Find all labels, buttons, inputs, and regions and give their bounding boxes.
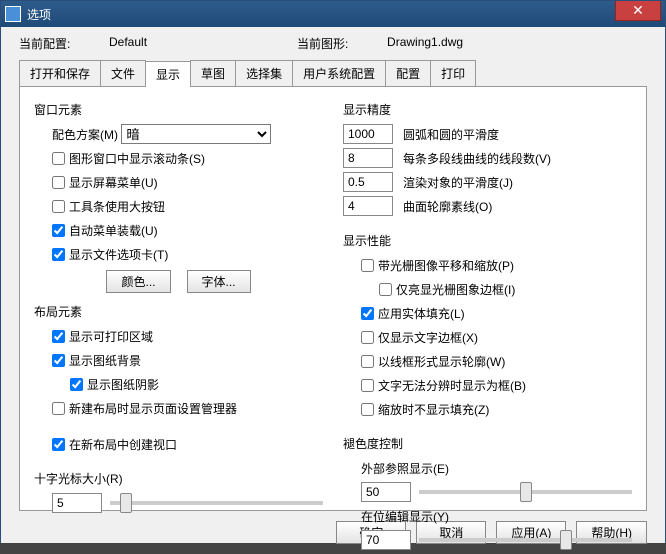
render-smoothness-input[interactable] — [343, 172, 393, 192]
colors-button[interactable]: 颜色... — [106, 270, 170, 293]
cb-large-buttons[interactable]: 工具条使用大按钮 — [52, 198, 165, 215]
color-scheme-row: 配色方案(M) 暗 — [34, 124, 323, 144]
xref-fade-slider[interactable] — [419, 490, 632, 494]
options-window: 选项 ✕ 当前配置: Default 当前图形: Drawing1.dwg 打开… — [0, 0, 666, 543]
color-scheme-label: 配色方案(M) — [52, 126, 118, 143]
cb-file-tab[interactable]: 显示文件选项卡(T) — [52, 246, 168, 263]
cb-print-area[interactable]: 显示可打印区域 — [52, 328, 153, 345]
cb-text-boundary[interactable]: 仅显示文字边框(X) — [361, 329, 478, 346]
display-panel: 窗口元素 配色方案(M) 暗 图形窗口中显示滚动条(S) 显示屏幕菜单(U) 工… — [19, 86, 647, 511]
inplace-fade-input[interactable] — [361, 530, 411, 550]
display-performance-title: 显示性能 — [343, 232, 632, 249]
config-row: 当前配置: Default 当前图形: Drawing1.dwg — [1, 27, 665, 56]
crosshair-size-input[interactable] — [52, 493, 102, 513]
cb-no-fill-zoom[interactable]: 缩放时不显示填充(Z) — [361, 401, 489, 418]
cb-new-layout-pagesetup[interactable]: 新建布局时显示页面设置管理器 — [52, 400, 237, 417]
inplace-fade-slider[interactable] — [419, 538, 632, 542]
cb-auto-menu[interactable]: 自动菜单装载(U) — [52, 222, 158, 239]
inplace-fade-label: 在位编辑显示(Y) — [361, 508, 449, 525]
xref-fade-label: 外部参照显示(E) — [361, 460, 449, 477]
polyline-segments-label: 每条多段线曲线的线段数(V) — [403, 150, 551, 167]
cb-wireframe-silhouette[interactable]: 以线框形式显示轮廓(W) — [361, 353, 505, 370]
window-title: 选项 — [27, 6, 51, 23]
app-icon — [5, 6, 21, 22]
polyline-segments-input[interactable] — [343, 148, 393, 168]
tab-bar: 打开和保存 文件 显示 草图 选择集 用户系统配置 配置 打印 — [1, 60, 665, 86]
cb-screen-menu[interactable]: 显示屏幕菜单(U) — [52, 174, 158, 191]
surface-contour-label: 曲面轮廓素线(O) — [403, 198, 492, 215]
current-drawing-value: Drawing1.dwg — [387, 35, 463, 52]
xref-fade-input[interactable] — [361, 482, 411, 502]
arc-smoothness-label: 圆弧和圆的平滑度 — [403, 126, 499, 143]
current-drawing-label: 当前图形: — [297, 35, 377, 52]
color-scheme-select[interactable]: 暗 — [121, 124, 271, 144]
right-column: 显示精度 圆弧和圆的平滑度 每条多段线曲线的线段数(V) 渲染对象的平滑度(J)… — [343, 97, 632, 500]
cb-paper-bg[interactable]: 显示图纸背景 — [52, 352, 141, 369]
current-config-label: 当前配置: — [19, 35, 99, 52]
display-precision-title: 显示精度 — [343, 101, 632, 118]
cb-solid-fill[interactable]: 应用实体填充(L) — [361, 305, 465, 322]
left-column: 窗口元素 配色方案(M) 暗 图形窗口中显示滚动条(S) 显示屏幕菜单(U) 工… — [34, 97, 323, 500]
render-smoothness-label: 渲染对象的平滑度(J) — [403, 174, 513, 191]
cb-paper-shadow[interactable]: 显示图纸阴影 — [70, 376, 159, 393]
arc-smoothness-input[interactable] — [343, 124, 393, 144]
tab-file[interactable]: 文件 — [100, 60, 146, 86]
window-elements-title: 窗口元素 — [34, 101, 323, 118]
cb-create-viewport[interactable]: 在新布局中创建视口 — [52, 436, 177, 453]
crosshair-size-slider[interactable] — [110, 501, 323, 505]
fade-control-title: 褪色度控制 — [343, 435, 632, 452]
tab-print[interactable]: 打印 — [430, 60, 476, 86]
cb-text-as-box[interactable]: 文字无法分辨时显示为框(B) — [361, 377, 526, 394]
fonts-button[interactable]: 字体... — [187, 270, 251, 293]
cb-pan-raster[interactable]: 带光栅图像平移和缩放(P) — [361, 257, 514, 274]
tab-selection[interactable]: 选择集 — [235, 60, 293, 86]
current-config-value: Default — [109, 35, 147, 52]
content-area: 当前配置: Default 当前图形: Drawing1.dwg 打开和保存 文… — [1, 27, 665, 543]
crosshair-size-title: 十字光标大小(R) — [34, 470, 323, 487]
tab-user-prefs[interactable]: 用户系统配置 — [292, 60, 386, 86]
layout-elements-title: 布局元素 — [34, 303, 323, 320]
tab-profile[interactable]: 配置 — [385, 60, 431, 86]
tab-open-save[interactable]: 打开和保存 — [19, 60, 101, 86]
cb-highlight-raster-frame[interactable]: 仅亮显光栅图象边框(I) — [379, 281, 515, 298]
tab-sketch[interactable]: 草图 — [190, 60, 236, 86]
cb-scrollbars[interactable]: 图形窗口中显示滚动条(S) — [52, 150, 205, 167]
surface-contour-input[interactable] — [343, 196, 393, 216]
close-button[interactable]: ✕ — [615, 1, 661, 21]
title-bar: 选项 ✕ — [1, 1, 665, 27]
tab-display[interactable]: 显示 — [145, 61, 191, 87]
